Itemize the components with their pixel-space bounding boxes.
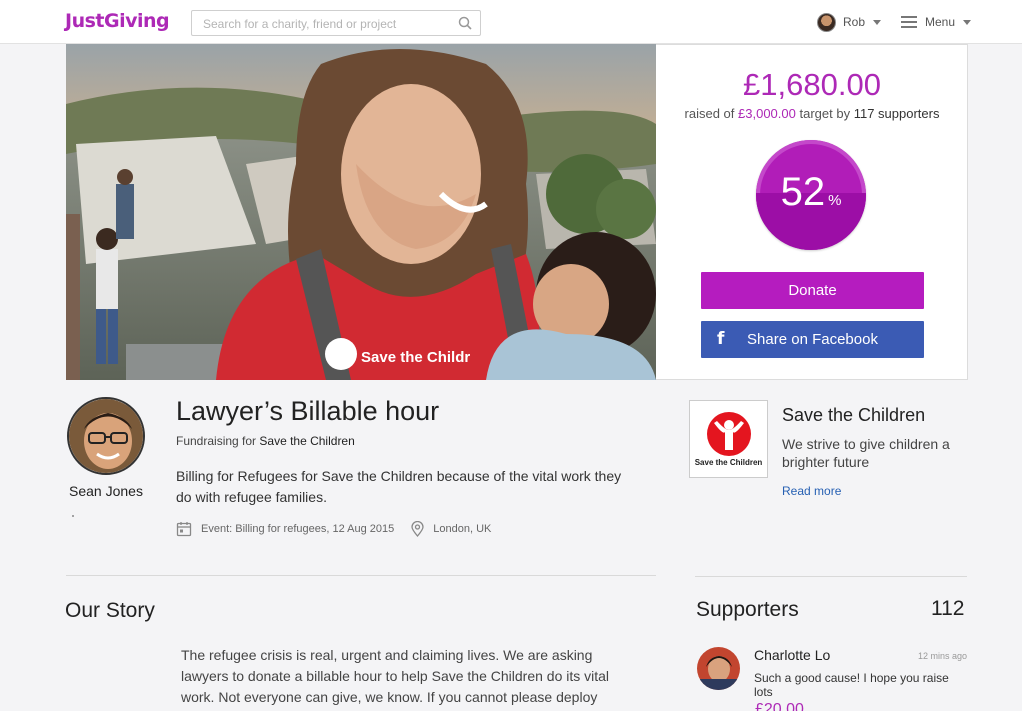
supporter-amount: £20.00 [755,701,804,711]
user-name: Rob [843,15,866,29]
share-on-facebook-button[interactable]: f Share on Facebook [701,321,924,358]
supporter-item: Charlotte Lo 12 mins ago Such a good cau… [697,645,967,705]
separator-dot [72,515,74,517]
fundraising-for: Fundraising for Save the Children [176,434,355,448]
chevron-down-icon [873,19,882,25]
campaign-hero-image: Save the Childr [66,44,656,380]
user-avatar [817,12,836,32]
event-info: Event: Billing for refugees, 12 Aug 2015 [176,521,394,537]
supporter-avatar [697,647,740,690]
amount-raised: £1,680.00 [743,67,881,102]
fundraising-for-charity-link[interactable]: Save the Children [259,434,354,448]
supporter-message: Such a good cause! I hope you raise lots [754,671,949,699]
hamburger-menu-icon [901,16,917,28]
menu-label: Menu [925,15,956,29]
search-box[interactable] [191,10,481,36]
donation-summary-panel: £1,680.00 raised of £3,000.00 target by … [656,44,968,380]
svg-text:Save the Childr: Save the Childr [361,349,470,366]
search-input[interactable] [203,15,453,32]
location-text: London, UK [433,523,492,535]
divider [66,575,656,576]
charity-logo-caption: Save the Children [694,458,763,467]
main-menu-button[interactable]: Menu [901,12,972,32]
charity-name: Save the Children [782,405,926,425]
chevron-down-icon [963,19,972,25]
charity-logo[interactable]: Save the Children [689,400,768,478]
supporter-name: Charlotte Lo [754,647,831,663]
location-pin-icon [411,521,424,537]
fundraiser-avatar[interactable] [67,397,145,475]
justgiving-logo[interactable]: JustGiving [65,10,170,32]
our-story-heading: Our Story [65,599,155,622]
location-info: London, UK [411,521,491,537]
target-summary: raised of £3,000.00 target by 117 suppor… [656,106,968,121]
calendar-icon [176,522,192,537]
target-amount: £3,000.00 [738,106,796,121]
donate-button[interactable]: Donate [701,272,924,309]
fundraising-for-label: Fundraising for [176,434,257,448]
raised-of-label: raised of [684,106,735,121]
page-description: Billing for Refugees for Save the Childr… [176,468,622,505]
search-icon[interactable] [458,16,472,30]
fundraiser-name: Sean Jones [69,483,143,499]
top-navigation-bar: JustGiving Rob Menu [0,0,1022,44]
supporters-total: 117 supporters [853,106,940,121]
supporters-heading: Supporters [696,598,799,621]
supporters-count: 112 [931,597,965,620]
progress-percent: 52% [780,170,842,214]
supporter-time: 12 mins ago [917,651,967,661]
page-title: Lawyer’s Billable hour [176,396,440,426]
progress-circle: 52% [756,140,866,250]
facebook-icon: f [717,329,725,349]
event-meta: Event: Billing for refugees, 12 Aug 2015… [176,521,508,537]
charity-description: We strive to give children a brighter fu… [782,436,950,470]
our-story-text: The refugee crisis is real, urgent and c… [181,647,610,711]
target-by-label: target by [799,106,851,121]
read-more-link[interactable]: Read more [782,484,841,498]
share-on-facebook-label: Share on Facebook [747,331,878,348]
divider [695,576,967,577]
user-account-menu[interactable]: Rob [817,12,882,32]
event-text: Event: Billing for refugees, 12 Aug 2015 [201,523,395,535]
